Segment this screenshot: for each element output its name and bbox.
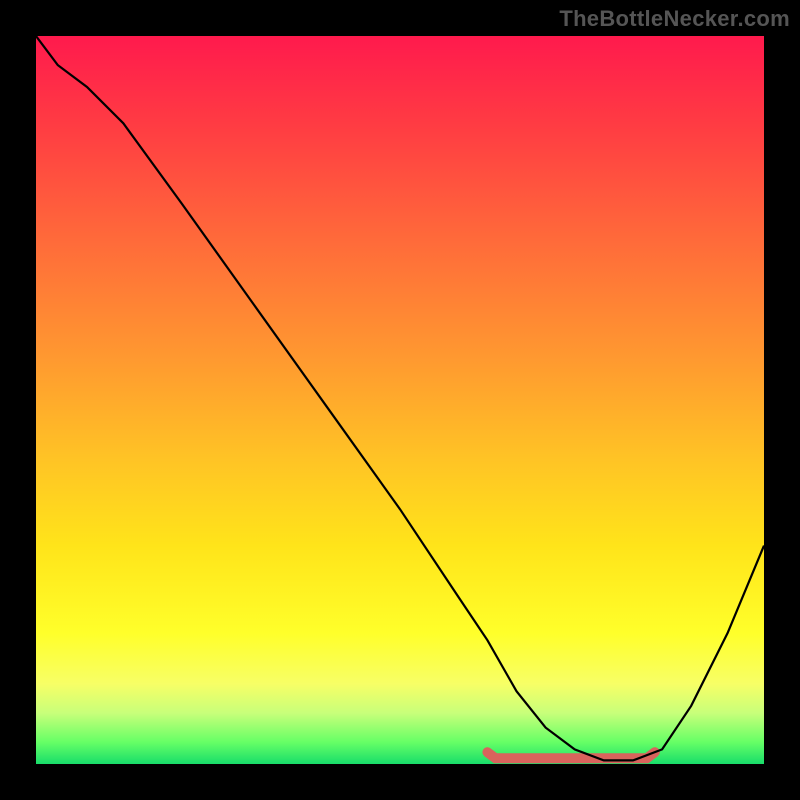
watermark-text: TheBottleNecker.com	[559, 6, 790, 32]
plot-area	[36, 36, 764, 764]
chart-container: TheBottleNecker.com	[0, 0, 800, 800]
highlight-band	[487, 752, 654, 758]
chart-svg	[36, 36, 764, 764]
curve-line	[36, 36, 764, 760]
